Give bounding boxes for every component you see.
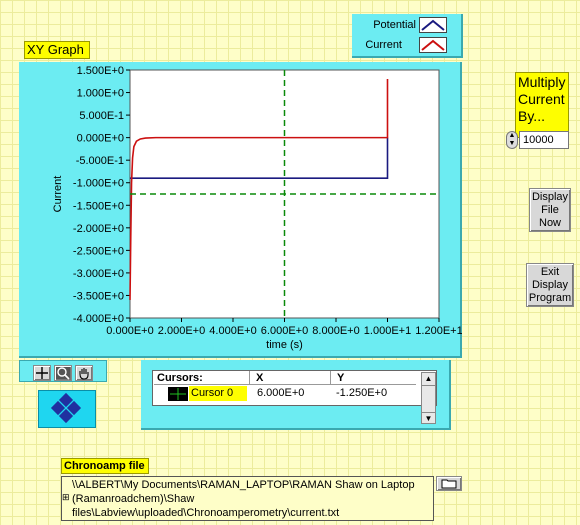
folder-icon	[441, 479, 457, 489]
y-tick-label: -3.500E+0	[73, 290, 124, 302]
cursor-row-name[interactable]: Cursor 0	[189, 386, 247, 401]
y-tick-label: -1.000E+0	[73, 178, 124, 190]
cursor-table-header-y: Y	[331, 371, 416, 385]
cursor-y-value: -1.250E+0	[336, 387, 388, 399]
graph-label-text: XY Graph	[27, 42, 84, 57]
zoom-tool-button[interactable]	[54, 365, 72, 381]
browse-button[interactable]	[436, 476, 462, 491]
y-tick-label: -4.000E+0	[73, 313, 124, 325]
y-tick-label: -3.000E+0	[73, 268, 124, 280]
exit-button[interactable]: Exit Display Program	[526, 263, 574, 307]
file-path-text: \\ALBERT\My Documents\RAMAN_LAPTOP\RAMAN…	[72, 479, 415, 519]
multiply-label-text: Multiply Current By...	[518, 74, 566, 124]
cursor-header-label: Y	[337, 372, 345, 384]
display-file-label: Display File Now	[531, 190, 569, 229]
legend-swatch-current[interactable]	[419, 37, 447, 53]
y-tick-label: 1.000E+0	[77, 88, 124, 100]
cursor-style-icon[interactable]	[168, 387, 188, 401]
legend-label: Potential	[373, 19, 416, 31]
magnifier-icon	[57, 367, 70, 380]
crosshair-icon	[36, 367, 48, 379]
multiply-label: Multiply Current By...	[515, 72, 569, 138]
x-tick-label: 6.000E+0	[261, 325, 308, 337]
cursor-row-y: -1.250E+0	[336, 386, 414, 401]
legend-label: Current	[365, 39, 402, 51]
hand-icon	[79, 368, 89, 380]
x-tick-label: 1.000E+1	[364, 325, 411, 337]
cursor-table-header-name: Cursors:	[154, 371, 250, 385]
y-tick-label: -1.500E+0	[73, 200, 124, 212]
cursor-move-tool-button[interactable]	[33, 365, 51, 381]
x-tick-label: 2.000E+0	[158, 325, 205, 337]
app-logo	[38, 390, 96, 428]
y-tick-label: -2.500E+0	[73, 245, 124, 257]
decrement-arrow-icon[interactable]: ▼	[507, 140, 517, 148]
y-tick-label: -2.000E+0	[73, 223, 124, 235]
legend-swatch-potential[interactable]	[419, 17, 447, 33]
y-tick-label: 5.000E-1	[79, 110, 124, 122]
current-line-icon	[421, 39, 445, 51]
x-tick-label: 8.000E+0	[312, 325, 359, 337]
pan-tool-button[interactable]	[75, 365, 93, 381]
file-path-field[interactable]: \\ALBERT\My Documents\RAMAN_LAPTOP\RAMAN…	[61, 476, 434, 521]
scroll-down-arrow-icon[interactable]: ▼	[422, 412, 435, 425]
legend-item-potential: Potential	[356, 17, 416, 33]
multiply-stepper[interactable]: ▲ ▼	[506, 131, 518, 149]
x-tick-label: 0.000E+0	[106, 325, 153, 337]
diamond-icon	[50, 392, 82, 424]
exit-label: Exit Display Program	[528, 265, 572, 304]
cursor-table-scrollbar[interactable]: ▲ ▼	[421, 372, 436, 424]
multiply-value: 10000	[523, 134, 554, 146]
path-type-icon: ⊞	[62, 492, 70, 502]
legend-item-current: Current	[356, 37, 402, 53]
scroll-up-arrow-icon[interactable]: ▲	[422, 373, 435, 386]
xy-graph[interactable]: 1.500E+0 1.000E+0 5.000E-1 0.000E+0 -5.000E-…	[19, 62, 462, 358]
increment-arrow-icon[interactable]: ▲	[507, 132, 517, 140]
x-axis-label: time (s)	[266, 339, 303, 351]
y-tick-label: 0.000E+0	[77, 133, 124, 145]
potential-line-icon	[421, 19, 445, 31]
y-tick-label: 1.500E+0	[77, 65, 124, 77]
cursor-table-header-x: X	[250, 371, 331, 385]
cursor-header-label: Cursors:	[157, 372, 203, 384]
y-tick-label: -5.000E-1	[76, 155, 124, 167]
cursor-header-label: X	[256, 372, 264, 384]
y-axis-label: Current	[52, 176, 64, 213]
cursor-name: Cursor 0	[191, 387, 234, 399]
cursor-row-x: 6.000E+0	[257, 386, 329, 401]
x-tick-label: 1.200E+1	[415, 325, 462, 337]
file-label: Chronoamp file	[61, 458, 149, 474]
multiply-input[interactable]: 10000	[519, 131, 569, 149]
file-label-text: Chronoamp file	[64, 460, 145, 472]
x-tick-label: 4.000E+0	[209, 325, 256, 337]
cursor-x-value: 6.000E+0	[257, 387, 305, 399]
display-file-button[interactable]: Display File Now	[529, 188, 571, 232]
graph-label: XY Graph	[24, 41, 90, 59]
